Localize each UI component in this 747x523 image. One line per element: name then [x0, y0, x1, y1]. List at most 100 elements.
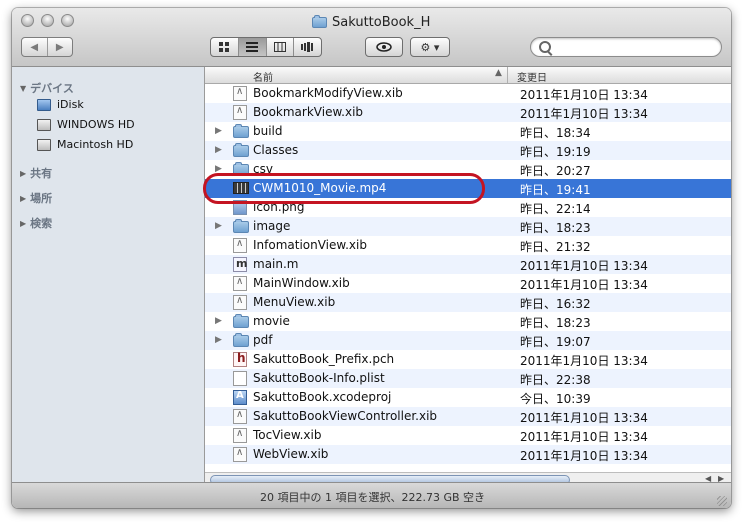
quicklook-button[interactable] [365, 37, 403, 57]
file-row[interactable]: ▶ movie 昨日、18:23 [205, 312, 731, 331]
file-name: BookmarkView.xib [253, 105, 364, 119]
highlight-ring [203, 173, 485, 204]
file-row[interactable]: ▶ pdf 昨日、19:07 [205, 331, 731, 350]
folder-icon [233, 333, 249, 347]
file-row[interactable]: ▶ build 昨日、18:34 [205, 122, 731, 141]
sidebar-section-search[interactable]: ▶ 検索 [20, 215, 52, 231]
file-row[interactable]: TocView.xib 2011年1月10日 13:34 [205, 426, 731, 445]
file-modified-date: 昨日、22:38 [520, 373, 591, 387]
sidebar-item-label: Macintosh HD [57, 138, 134, 151]
file-name: build [253, 124, 283, 138]
file-row[interactable]: SakuttoBook_Prefix.pch 2011年1月10日 13:34 [205, 350, 731, 369]
disclosure-triangle-icon[interactable]: ▶ [215, 335, 222, 345]
file-name: movie [253, 314, 290, 328]
nav-buttons: ◀ ▶ [21, 37, 73, 57]
gear-icon: ⚙ ▾ [420, 40, 440, 54]
file-modified-date: 昨日、18:34 [520, 126, 591, 140]
file-name: SakuttoBookViewController.xib [253, 409, 438, 423]
sort-ascending-icon: ▲ [495, 68, 502, 78]
file-modified-date: 2011年1月10日 13:34 [520, 107, 648, 121]
action-menu-button[interactable]: ⚙ ▾ [410, 37, 450, 57]
sidebar-section-label: デバイス [30, 82, 74, 95]
hard-drive-icon [37, 138, 51, 151]
folder-icon [312, 14, 327, 28]
sidebar-section-label: 場所 [30, 192, 53, 205]
list-view-button[interactable] [237, 38, 266, 56]
sidebar-section-shared[interactable]: ▶ 共有 [20, 165, 52, 181]
idisk-icon [37, 98, 51, 111]
file-row[interactable]: BookmarkModifyView.xib 2011年1月10日 13:34 [205, 84, 731, 103]
disclosure-triangle-icon[interactable]: ▶ [215, 126, 222, 136]
disclosure-triangle-icon[interactable]: ▶ [215, 145, 222, 155]
sidebar-section-places[interactable]: ▶ 場所 [20, 190, 52, 206]
forward-button[interactable]: ▶ [46, 38, 73, 56]
column-view-button[interactable] [265, 38, 294, 56]
search-field[interactable] [530, 37, 722, 57]
file-row[interactable]: ▶ Classes 昨日、19:19 [205, 141, 731, 160]
file-name: MenuView.xib [253, 295, 336, 309]
sidebar-item-windows-hd[interactable]: WINDOWS HD [37, 118, 135, 131]
xib-file-icon [233, 428, 247, 443]
status-bar: 20 項目中の 1 項目を選択、222.73 GB 空き [12, 482, 731, 508]
hard-drive-icon [37, 118, 51, 131]
file-list: BookmarkModifyView.xib2011年1月10日 13:34Bo… [205, 84, 731, 464]
xib-file-icon [233, 105, 247, 120]
xib-file-icon [233, 447, 247, 462]
close-window-button[interactable] [21, 14, 34, 27]
icon-view-button[interactable] [211, 38, 238, 56]
file-modified-date: 昨日、19:07 [520, 335, 591, 349]
file-list-pane: 名前 ▲ 変更日 BookmarkModifyView.xib 2011年1月10… [205, 67, 731, 488]
sidebar-section-devices[interactable]: ▼ デバイス [20, 80, 74, 96]
file-name: MainWindow.xib [253, 276, 350, 290]
disclosure-closed-icon: ▶ [20, 193, 27, 203]
file-row[interactable]: MainWindow.xib 2011年1月10日 13:34 [205, 274, 731, 293]
file-row[interactable]: SakuttoBookViewController.xib 2011年1月10日 … [205, 407, 731, 426]
column-header: 名前 ▲ 変更日 [205, 67, 731, 84]
resize-grip-icon[interactable] [717, 496, 727, 506]
sidebar-item-label: WINDOWS HD [57, 118, 135, 131]
file-name: InfomationView.xib [253, 238, 367, 252]
file-name: BookmarkModifyView.xib [253, 86, 403, 100]
file-modified-date: 2011年1月10日 13:34 [520, 259, 648, 273]
plist-file-icon [233, 371, 247, 386]
disclosure-closed-icon: ▶ [20, 218, 27, 228]
file-modified-date: 昨日、18:23 [520, 221, 591, 235]
coverflow-view-button[interactable] [293, 38, 321, 56]
icon-view-icon [219, 42, 230, 52]
file-row[interactable]: InfomationView.xib 昨日、21:32 [205, 236, 731, 255]
finder-window: SakuttoBook_H ◀ ▶ ⚙ ▾ ▼ デバイス iDisk WINDO… [12, 8, 731, 508]
eye-icon [376, 42, 392, 52]
column-name-header[interactable]: 名前 [253, 69, 273, 84]
disclosure-triangle-icon[interactable]: ▶ [215, 221, 222, 231]
file-row[interactable]: WebView.xib 2011年1月10日 13:34 [205, 445, 731, 464]
xib-file-icon [233, 86, 247, 101]
folder-icon [233, 124, 249, 138]
file-row[interactable]: BookmarkView.xib 2011年1月10日 13:34 [205, 103, 731, 122]
file-modified-date: 2011年1月10日 13:34 [520, 278, 648, 292]
sidebar-item-macintosh-hd[interactable]: Macintosh HD [37, 138, 133, 151]
xib-file-icon [233, 276, 247, 291]
folder-icon [233, 314, 249, 328]
file-row[interactable]: ▶ image 昨日、18:23 [205, 217, 731, 236]
xib-file-icon [233, 409, 247, 424]
file-row[interactable]: MenuView.xib 昨日、16:32 [205, 293, 731, 312]
back-button[interactable]: ◀ [22, 38, 47, 56]
file-name: SakuttoBook.xcodeproj [253, 390, 392, 404]
sidebar: ▼ デバイス iDisk WINDOWS HD Macintosh HD ▶ 共… [12, 67, 205, 482]
minimize-window-button[interactable] [41, 14, 54, 27]
file-row[interactable]: SakuttoBook.xcodeproj 今日、10:39 [205, 388, 731, 407]
file-row[interactable]: main.m 2011年1月10日 13:34 [205, 255, 731, 274]
disclosure-triangle-icon[interactable]: ▶ [215, 316, 222, 326]
file-name: TocView.xib [253, 428, 322, 442]
sidebar-item-idisk[interactable]: iDisk [37, 98, 84, 111]
search-input[interactable] [553, 39, 717, 57]
file-modified-date: 2011年1月10日 13:34 [520, 449, 648, 463]
file-modified-date: 昨日、18:23 [520, 316, 591, 330]
xcode-project-icon [233, 390, 247, 405]
column-modified-header[interactable]: 変更日 [517, 69, 547, 84]
sidebar-section-label: 共有 [30, 167, 53, 180]
column-divider[interactable] [507, 67, 508, 83]
column-view-icon [273, 42, 286, 52]
file-row[interactable]: SakuttoBook-Info.plist 昨日、22:38 [205, 369, 731, 388]
zoom-window-button[interactable] [61, 14, 74, 27]
